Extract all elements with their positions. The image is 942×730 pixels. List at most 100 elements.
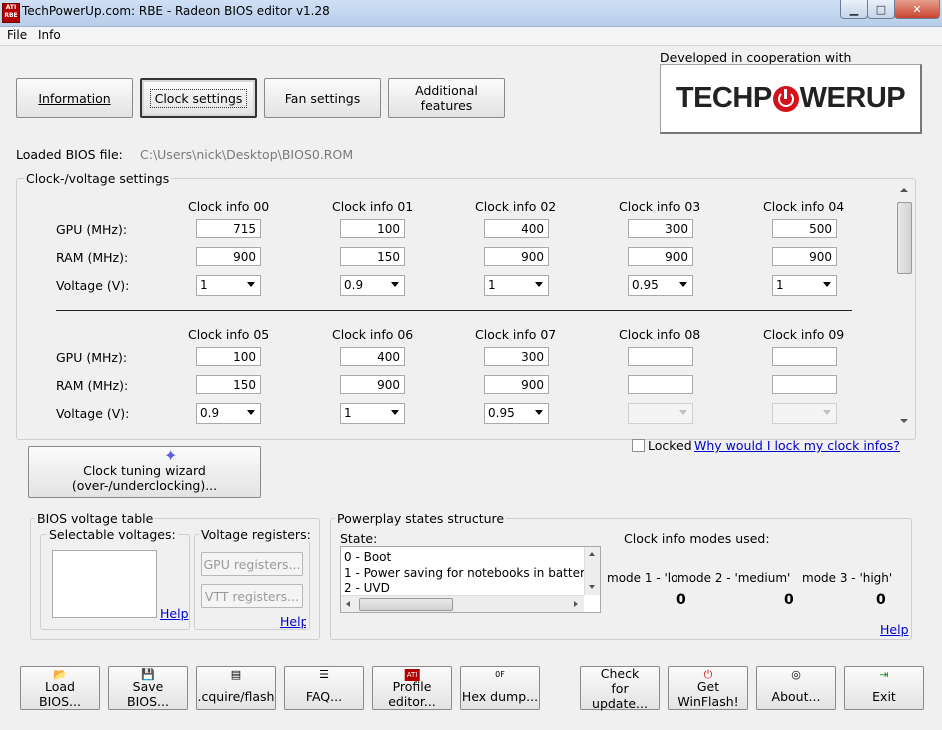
voltage-select[interactable]: 0.9 <box>340 275 405 296</box>
voltage-select[interactable]: 1 <box>196 275 261 296</box>
voltage-select[interactable] <box>772 403 837 424</box>
voltage-select[interactable]: 0.9 <box>196 403 261 424</box>
chevron-down-icon <box>391 282 399 287</box>
hscroll-thumb[interactable] <box>359 598 453 611</box>
mode-1-value: 0 <box>676 592 686 608</box>
menu-info[interactable]: Info <box>34 28 65 42</box>
voltage-select[interactable]: 1 <box>484 275 549 296</box>
profile-editor-label: Profile editor... <box>388 679 436 709</box>
clock-scrollbar[interactable] <box>896 186 913 431</box>
exit-button[interactable]: ⇥ Exit <box>844 666 924 710</box>
state-list-item[interactable]: 2 - UVD <box>344 581 390 595</box>
tab-clock-settings[interactable]: Clock settings <box>140 78 257 118</box>
gpu-clock-field[interactable]: 300 <box>628 219 693 238</box>
ram-clock-field[interactable]: 900 <box>196 247 261 266</box>
ram-clock-field[interactable]: 150 <box>340 247 405 266</box>
load-bios-button[interactable]: 📂 Load BIOS... <box>20 666 100 710</box>
get-winflash-button[interactable]: ⏻ Get WinFlash! <box>668 666 748 710</box>
clock-info-header: Clock info 08 <box>619 327 701 342</box>
state-list-item[interactable]: 1 - Power saving for notebooks in batter… <box>344 565 584 581</box>
state-list-item[interactable]: 0 - Boot <box>344 549 391 565</box>
techpowerup-logo[interactable]: TECHP WERUP <box>660 64 922 134</box>
voltage-row-label: Voltage (V): <box>56 278 130 293</box>
tab-additional-features[interactable]: Additional features <box>388 78 505 118</box>
gpu-clock-field[interactable]: 100 <box>196 347 261 366</box>
registers-help-link[interactable]: Help <box>280 614 306 629</box>
ram-clock-field[interactable]: 900 <box>628 247 693 266</box>
clock-info-header: Clock info 07 <box>475 327 557 342</box>
clock-info-header: Clock info 02 <box>475 199 557 214</box>
voltage-value: 0.95 <box>632 278 659 292</box>
scroll-thumb[interactable] <box>897 202 912 274</box>
scroll-down-icon[interactable] <box>900 419 908 423</box>
ram-clock-field[interactable]: 900 <box>484 375 549 394</box>
gpu-clock-field[interactable]: 300 <box>484 347 549 366</box>
scroll-up-icon[interactable] <box>589 552 595 556</box>
scroll-down-icon[interactable] <box>589 585 595 589</box>
chevron-down-icon <box>679 282 687 287</box>
state-list-vscroll[interactable] <box>584 547 600 595</box>
menu-file[interactable]: File <box>3 28 31 42</box>
check-update-button[interactable]: Check for update... <box>580 666 660 711</box>
acquire-flash-button[interactable]: ▤ .cquire/flash <box>196 666 276 710</box>
voltage-select[interactable]: 1 <box>340 403 405 424</box>
gpu-clock-field[interactable]: 500 <box>772 219 837 238</box>
scroll-left-icon[interactable] <box>346 601 350 607</box>
scroll-up-icon[interactable] <box>900 188 908 192</box>
maximize-button[interactable]: □ <box>867 0 895 19</box>
ram-clock-field[interactable] <box>628 375 693 394</box>
voltage-value: 0.9 <box>200 406 220 420</box>
gpu-clock-field[interactable]: 100 <box>340 219 405 238</box>
voltage-select[interactable]: 1 <box>772 275 837 296</box>
voltage-select[interactable]: 0.95 <box>484 403 549 424</box>
tab-information[interactable]: Information <box>16 78 133 118</box>
info-icon: ◎ <box>791 668 801 681</box>
window-title: TechPowerUp.com: RBE - Radeon BIOS edito… <box>22 4 330 18</box>
wizard-button-label: Clock tuning wizard (over-/underclocking… <box>71 463 218 493</box>
voltage-table-title: BIOS voltage table <box>35 511 156 526</box>
gpu-clock-field[interactable] <box>772 347 837 366</box>
state-list-hscroll[interactable] <box>341 595 584 612</box>
clock-tuning-wizard-button[interactable]: ✦ Clock tuning wizard (over-/underclocki… <box>28 446 261 498</box>
ram-clock-field[interactable]: 150 <box>196 375 261 394</box>
chevron-down-icon <box>823 282 831 287</box>
hex-dump-button[interactable]: 0F Hex dump... <box>460 666 540 710</box>
gpu-clock-field[interactable]: 715 <box>196 219 261 238</box>
close-button[interactable]: ✕ <box>894 0 940 19</box>
vtt-registers-button[interactable]: VTT registers... <box>201 584 303 608</box>
save-bios-button[interactable]: 💾 Save BIOS... <box>108 666 188 710</box>
power-icon <box>772 85 799 112</box>
gpu-clock-field[interactable]: 400 <box>340 347 405 366</box>
voltage-help-link[interactable]: Help <box>160 606 189 621</box>
lock-info-link[interactable]: Why would I lock my clock infos? <box>694 438 900 453</box>
voltage-value: 0.9 <box>344 278 364 292</box>
winflash-icon: ⏻ <box>703 668 713 681</box>
state-label: State: <box>340 531 378 546</box>
clock-info-header: Clock info 06 <box>332 327 414 342</box>
ram-clock-field[interactable]: 900 <box>340 375 405 394</box>
faq-button[interactable]: ☰ FAQ... <box>284 666 364 710</box>
ram-clock-field[interactable]: 900 <box>484 247 549 266</box>
profile-editor-button[interactable]: ATI Profile editor... <box>372 666 452 710</box>
scroll-right-icon[interactable] <box>574 601 578 607</box>
about-button[interactable]: ◎ About... <box>756 666 836 710</box>
tab-fan-settings[interactable]: Fan settings <box>264 78 381 118</box>
gpu-clock-field[interactable] <box>628 347 693 366</box>
selectable-voltages-label: Selectable voltages: <box>47 527 178 542</box>
ram-clock-field[interactable]: 900 <box>772 247 837 266</box>
gpu-clock-field[interactable]: 400 <box>484 219 549 238</box>
ati-icon: ATI <box>404 669 420 681</box>
ram-clock-field[interactable] <box>772 375 837 394</box>
mode-1-label: mode 1 - 'low' <box>607 571 677 585</box>
voltage-value: 1 <box>200 278 208 292</box>
gpu-registers-button[interactable]: GPU registers... <box>201 552 303 576</box>
exit-label: Exit <box>872 688 896 704</box>
powerplay-state-list[interactable]: 0 - Boot 1 - Power saving for notebooks … <box>340 546 601 613</box>
minimize-button[interactable]: ▁ <box>840 0 868 19</box>
locked-checkbox[interactable] <box>632 439 645 452</box>
save-icon: 💾 <box>141 668 155 681</box>
voltage-select[interactable] <box>628 403 693 424</box>
voltage-select[interactable]: 0.95 <box>628 275 693 296</box>
powerplay-help-link[interactable]: Help <box>880 622 909 637</box>
selectable-voltages-list[interactable] <box>52 550 157 618</box>
